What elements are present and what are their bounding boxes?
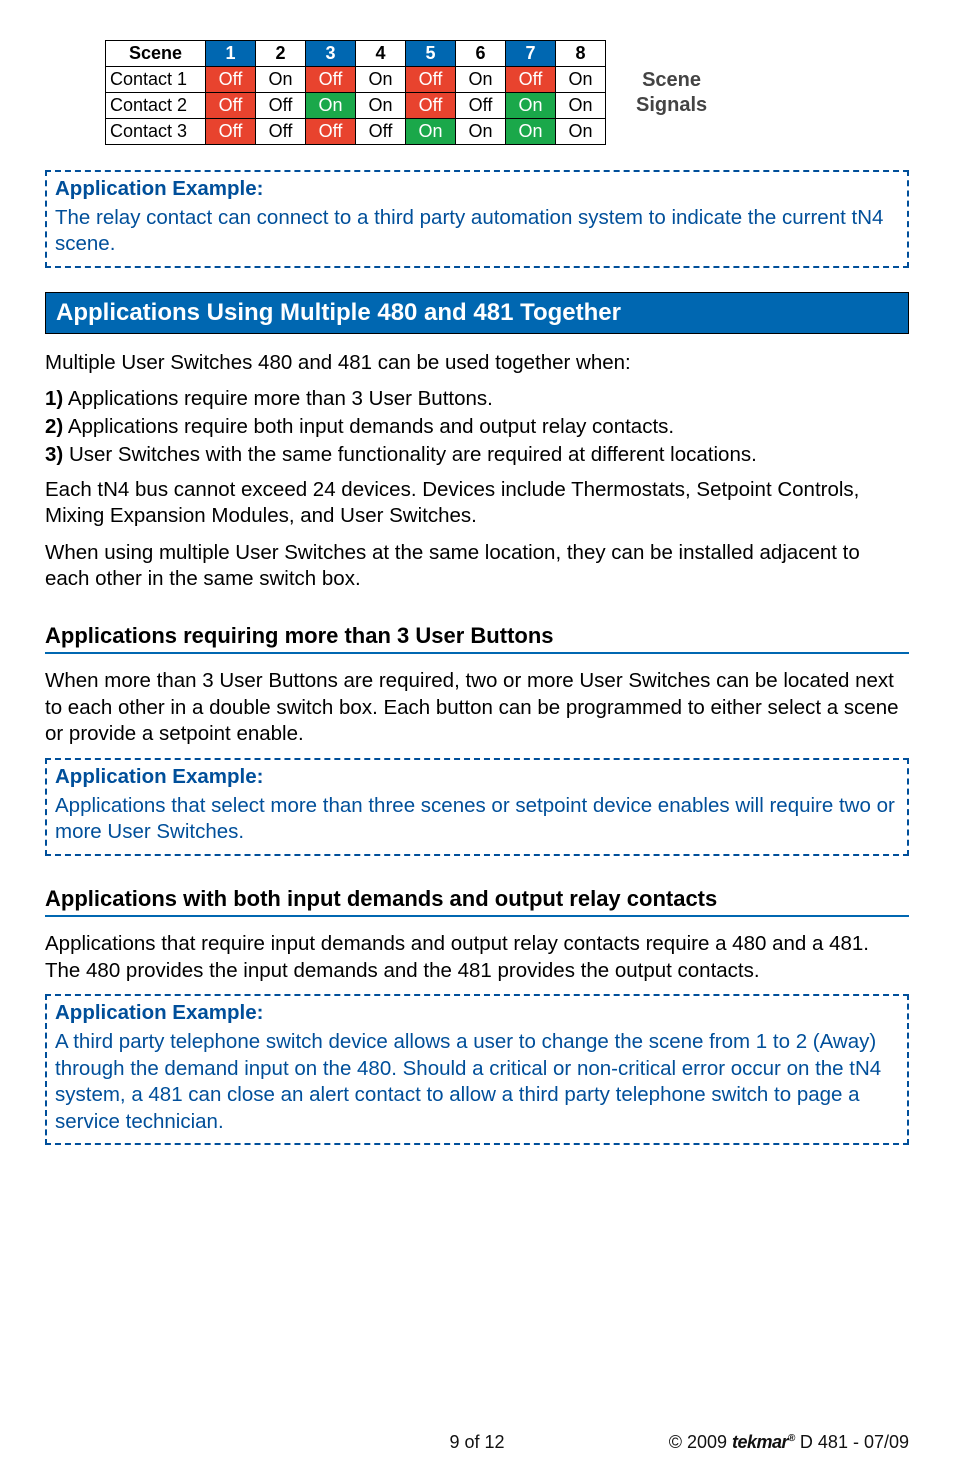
cell: Off	[506, 67, 556, 93]
scene-signals-block: Scene 1 2 3 4 5 6 7 8 Contact 1 Off On O…	[105, 40, 909, 145]
list-num-2: 2)	[45, 415, 63, 438]
app-ex-2-title: Application Example:	[55, 764, 899, 791]
table-row: Contact 2 Off Off On On Off Off On On	[106, 93, 606, 119]
cell: Off	[206, 119, 256, 145]
app-ex-3-body: A third party telephone switch device al…	[55, 1029, 899, 1136]
app-ex-1-title: Application Example:	[55, 176, 899, 203]
scene-col-5: 5	[406, 41, 456, 67]
scene-col-1: 1	[206, 41, 256, 67]
table-row: Contact 1 Off On Off On Off On Off On	[106, 67, 606, 93]
cell: On	[556, 119, 606, 145]
cell: On	[306, 93, 356, 119]
scene-col-6: 6	[456, 41, 506, 67]
list-item: 3) User Switches with the same functiona…	[45, 443, 909, 467]
list-num-1: 1)	[45, 387, 63, 410]
application-example-3: Application Example: A third party telep…	[45, 994, 909, 1145]
subheading-input-output: Applications with both input demands and…	[45, 886, 909, 917]
table-row: Contact 3 Off Off Off Off On On On On	[106, 119, 606, 145]
cell: On	[456, 67, 506, 93]
sub1-body: When more than 3 User Buttons are requir…	[45, 668, 909, 748]
cell: Off	[456, 93, 506, 119]
application-example-2: Application Example: Applications that s…	[45, 758, 909, 856]
row-label-contact-1: Contact 1	[106, 67, 206, 93]
list-text-1: Applications require more than 3 User Bu…	[68, 387, 493, 410]
page-footer: 9 of 12 © 2009 tekmar® D 481 - 07/09	[45, 1432, 909, 1453]
cell: Off	[256, 119, 306, 145]
scene-col-8: 8	[556, 41, 606, 67]
scene-header-label: Scene	[106, 41, 206, 67]
sub2-body: Applications that require input demands …	[45, 931, 909, 984]
cell: Off	[306, 119, 356, 145]
cell: Off	[206, 93, 256, 119]
cell: On	[456, 119, 506, 145]
cell: On	[356, 93, 406, 119]
subheading-more-than-3: Applications requiring more than 3 User …	[45, 623, 909, 654]
cell: On	[356, 67, 406, 93]
cell: Off	[356, 119, 406, 145]
cell: On	[556, 67, 606, 93]
list-text-3: User Switches with the same functionalit…	[69, 443, 757, 466]
list-item: 2) Applications require both input deman…	[45, 415, 909, 439]
scene-signals-label: Scene Signals	[636, 68, 707, 118]
scene-col-3: 3	[306, 41, 356, 67]
cell: On	[506, 119, 556, 145]
app-ex-1-body: The relay contact can connect to a third…	[55, 205, 899, 258]
scene-col-7: 7	[506, 41, 556, 67]
paragraph-adjacent: When using multiple User Switches at the…	[45, 540, 909, 593]
cell: On	[556, 93, 606, 119]
app-ex-3-title: Application Example:	[55, 1000, 899, 1027]
list-item: 1) Applications require more than 3 User…	[45, 387, 909, 411]
row-label-contact-2: Contact 2	[106, 93, 206, 119]
application-example-1: Application Example: The relay contact c…	[45, 170, 909, 268]
cell: Off	[306, 67, 356, 93]
paragraph-bus-limit: Each tN4 bus cannot exceed 24 devices. D…	[45, 477, 909, 530]
scene-table-header-row: Scene 1 2 3 4 5 6 7 8	[106, 41, 606, 67]
cell: Off	[406, 67, 456, 93]
requirements-list: 1) Applications require more than 3 User…	[45, 387, 909, 467]
app-ex-2-body: Applications that select more than three…	[55, 793, 899, 846]
page-number: 9 of 12	[45, 1432, 909, 1453]
cell: Off	[406, 93, 456, 119]
intro-line: Multiple User Switches 480 and 481 can b…	[45, 350, 909, 377]
cell: Off	[256, 93, 306, 119]
cell: On	[256, 67, 306, 93]
scene-col-4: 4	[356, 41, 406, 67]
list-text-2: Applications require both input demands …	[68, 415, 674, 438]
cell: On	[406, 119, 456, 145]
row-label-contact-3: Contact 3	[106, 119, 206, 145]
list-num-3: 3)	[45, 443, 63, 466]
scene-col-2: 2	[256, 41, 306, 67]
scene-signals-line2: Signals	[636, 93, 707, 118]
cell: On	[506, 93, 556, 119]
section-heading: Applications Using Multiple 480 and 481 …	[45, 292, 909, 334]
scene-signals-table: Scene 1 2 3 4 5 6 7 8 Contact 1 Off On O…	[105, 40, 606, 145]
scene-signals-line1: Scene	[636, 68, 707, 93]
cell: Off	[206, 67, 256, 93]
